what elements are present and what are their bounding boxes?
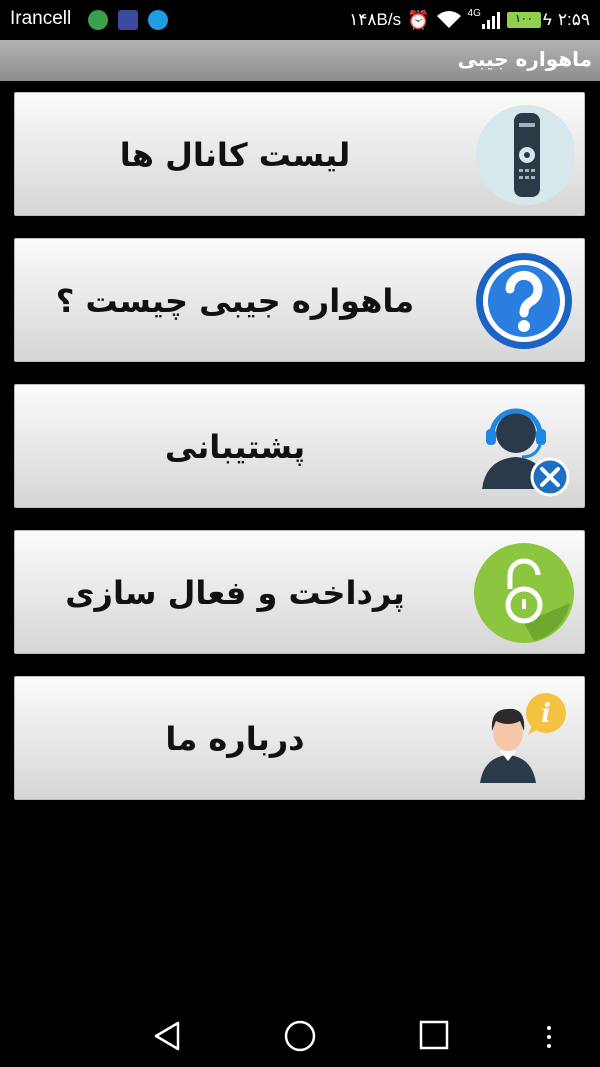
clock: ۲:۵۹ xyxy=(557,10,590,29)
usb-icon xyxy=(118,10,138,30)
carrier-name: Irancell xyxy=(10,8,72,29)
page-title: ماهواره جیبی xyxy=(457,47,592,71)
menu-item-label: ماهواره جیبی چیست ؟ xyxy=(55,282,415,320)
signal-icon xyxy=(481,12,500,29)
status-bar: Irancell ۱۴۸B/s ⏰ 4G ۱۰۰ ϟ ۲:۵۹ xyxy=(0,0,600,40)
channel-list-button[interactable]: لیست کانال ها xyxy=(14,92,585,216)
status-right: ۱۴۸B/s ⏰ 4G ۱۰۰ ϟ ۲:۵۹ xyxy=(349,8,590,32)
support-headset-icon xyxy=(482,408,570,497)
about-info-icon: i xyxy=(480,693,566,783)
network-type: 4G xyxy=(467,8,481,19)
payment-activation-button[interactable]: پرداخت و فعال سازی xyxy=(14,530,585,654)
more-options-icon[interactable] xyxy=(544,1025,554,1049)
home-icon[interactable] xyxy=(283,1019,317,1053)
svg-text:i: i xyxy=(541,699,551,729)
recent-apps-icon[interactable] xyxy=(418,1019,450,1051)
network-speed: ۱۴۸B/s xyxy=(349,10,402,29)
menu-item-label: درباره ما xyxy=(165,720,305,758)
menu-item-label: لیست کانال ها xyxy=(119,136,351,174)
skype-icon xyxy=(148,10,168,30)
app-notification-icon xyxy=(88,10,108,30)
about-us-button[interactable]: درباره ما i xyxy=(14,676,585,800)
support-button[interactable]: پشتیبانی xyxy=(14,384,585,508)
wifi-icon xyxy=(436,11,461,28)
remote-control-icon xyxy=(476,105,574,205)
main-menu: لیست کانال ها ماهواره جیبی چیست ؟ پشتیبا… xyxy=(14,92,585,822)
back-icon[interactable] xyxy=(150,1019,184,1053)
alarm-icon: ⏰ xyxy=(407,9,430,30)
battery-level: ۱۰۰ xyxy=(515,13,533,25)
menu-item-label: پشتیبانی xyxy=(164,428,306,466)
charging-icon: ϟ xyxy=(542,10,552,29)
what-is-button[interactable]: ماهواره جیبی چیست ؟ xyxy=(14,238,585,362)
question-icon xyxy=(476,253,572,349)
navigation-bar xyxy=(0,1005,600,1067)
unlock-icon xyxy=(474,543,574,643)
battery-icon: ۱۰۰ xyxy=(506,12,541,28)
action-bar: ماهواره جیبی xyxy=(0,40,600,81)
menu-item-label: پرداخت و فعال سازی xyxy=(65,574,405,612)
